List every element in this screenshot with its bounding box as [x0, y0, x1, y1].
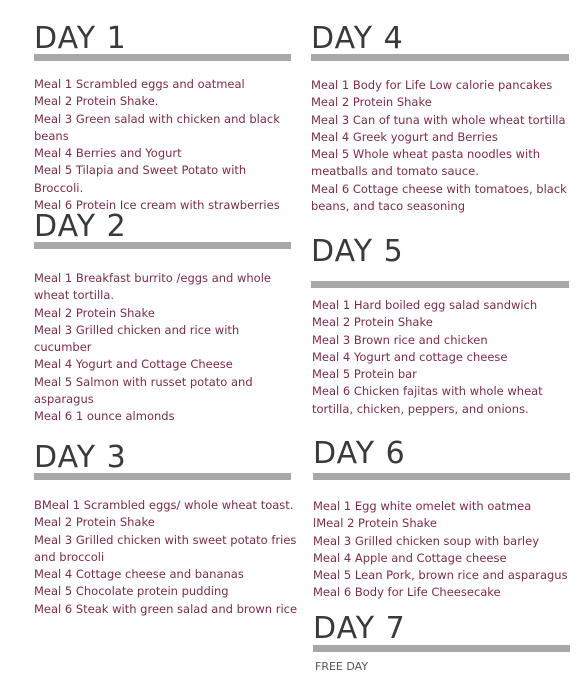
day-2-title: DAY 2	[34, 209, 127, 244]
meal-item: BMeal 1 Scrambled eggs/ whole wheat toas…	[34, 498, 294, 512]
meal-item: Meal 6 1 ounce almonds	[34, 409, 175, 424]
meal-item: Meal 1 Breakfast burrito /eggs and whole…	[34, 271, 271, 303]
day-5-title: DAY 5	[311, 234, 404, 269]
meal-item: Meal 5 Chocolate protein pudding	[34, 584, 229, 599]
day-6-title: DAY 6	[313, 436, 406, 471]
day-6-meal-list: Meal 1 Egg white omelet with oatmea lMea…	[313, 498, 578, 602]
day-3-divider	[34, 473, 291, 480]
meal-item: Meal 6 Steak with green salad and brown …	[34, 601, 298, 616]
day-5-meal-list: Meal 1 Hard boiled egg salad sandwich Me…	[312, 297, 574, 418]
meal-item: Meal 3 Brown rice and chicken	[312, 332, 488, 347]
day-3-title: DAY 3	[34, 440, 127, 475]
day-7-divider	[313, 645, 570, 652]
day-3-meal-list: BMeal 1 Scrambled eggs/ whole wheat toas…	[34, 497, 304, 618]
day-4-meal-list: Meal 1 Body for Life Low calorie pancake…	[311, 77, 573, 215]
day-2-meal-list: Meal 1 Breakfast burrito /eggs and whole…	[34, 270, 284, 426]
meal-item: Meal 3 Grilled chicken soup with barley	[313, 533, 539, 548]
meal-item: Meal 1 Body for Life Low calorie pancake…	[311, 78, 553, 92]
day-4-divider	[311, 54, 569, 61]
meal-item: Meal 2 Protein Shake	[34, 305, 155, 320]
day-4-title: DAY 4	[311, 21, 404, 56]
day-2-divider	[34, 242, 291, 249]
meal-item: Meal 6 Chicken fajitas with whole wheat …	[312, 384, 543, 416]
day-1-title: DAY 1	[34, 21, 127, 56]
day-1-divider	[34, 54, 291, 61]
meal-item: Meal 5 Tilapia and Sweet Potato with Bro…	[34, 163, 247, 195]
meal-item: Meal 1 Egg white omelet with oatmea	[313, 499, 532, 513]
meal-item: Meal 3 Grilled chicken and rice with cuc…	[34, 322, 240, 355]
day-5-divider	[311, 281, 569, 288]
meal-item: Meal 2 Protein Shake	[34, 515, 155, 530]
meal-item: Meal 5 Lean Pork, brown rice and asparag…	[313, 568, 568, 583]
meal-item: Meal 5 Salmon with russet potato and asp…	[34, 374, 253, 407]
meal-item: Meal 2 Protein Shake	[311, 95, 432, 110]
free-day-label: FREE DAY	[315, 660, 369, 673]
day-7-title: DAY 7	[313, 611, 406, 646]
meal-item: Meal 3 Can of tuna with whole wheat tort…	[311, 112, 566, 127]
meal-item: Meal 6 Cottage cheese with tomatoes, bla…	[311, 181, 567, 214]
meal-item: Meal 4 Greek yogurt and Berries	[311, 129, 498, 144]
meal-item: Meal 4 Yogurt and Cottage Cheese	[34, 357, 233, 372]
meal-item: lMeal 2 Protein Shake	[313, 516, 437, 531]
day-1-meal-list: Meal 1 Scrambled eggs and oatmeal Meal 2…	[34, 76, 296, 214]
day-7-meal-list: FREE DAY	[315, 658, 565, 675]
meal-item: Meal 1 Scrambled eggs and oatmeal	[34, 77, 245, 91]
meal-item: Meal 4 Apple and Cottage cheese	[313, 550, 507, 565]
day-6-divider	[313, 473, 570, 480]
meal-item: Meal 3 Grilled chicken with sweet potato…	[34, 532, 297, 564]
meal-item: Meal 4 Yogurt and cottage cheese	[312, 349, 508, 364]
meal-item: Meal 5 Whole wheat pasta noodles with me…	[311, 147, 540, 179]
meal-item: Meal 1 Hard boiled egg salad sandwich	[312, 298, 538, 312]
meal-item: Meal 2 Protein Shake	[312, 315, 433, 330]
meal-item: Meal 5 Protein bar	[312, 367, 417, 382]
meal-item: Meal 4 Cottage cheese and bananas	[34, 567, 244, 582]
meal-item: Meal 6 Body for Life Cheesecake	[313, 585, 501, 600]
meal-item: Meal 2 Protein Shake.	[34, 94, 159, 109]
meal-item: Meal 3 Green salad with chicken and blac…	[34, 111, 280, 143]
meal-item: Meal 4 Berries and Yogurt	[34, 146, 182, 161]
